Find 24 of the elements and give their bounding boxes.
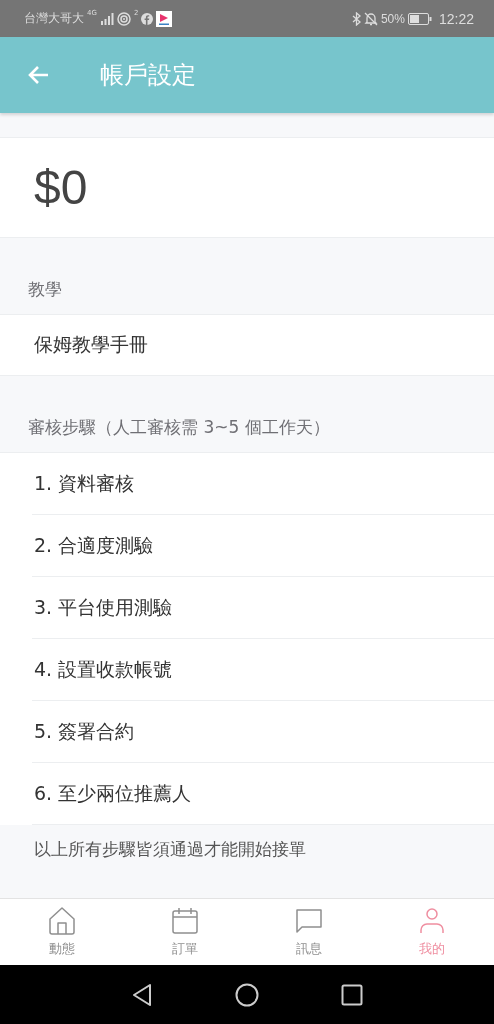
note-text: 以上所有步驟皆須通過才能開始接單 xyxy=(34,839,306,859)
home-circle-icon[interactable] xyxy=(235,982,259,1007)
back-triangle-icon[interactable] xyxy=(131,982,153,1007)
facebook-icon xyxy=(141,12,154,25)
balance-amount: $0 xyxy=(34,160,88,215)
section-header: 教學 xyxy=(28,278,62,301)
muted-bell-icon xyxy=(363,11,378,26)
carrier-text: 台灣大哥大 xyxy=(24,10,84,27)
section-header: 審核步驟（人工審核需 3~5 個工作天） xyxy=(28,416,330,439)
calendar-icon xyxy=(170,906,201,936)
signal-icon xyxy=(99,12,114,25)
screen-title: 帳戶設定 xyxy=(100,60,196,91)
battery-percent: 50% xyxy=(380,11,405,26)
recents-square-icon[interactable] xyxy=(341,983,363,1006)
bluetooth-icon xyxy=(351,11,361,26)
home-icon xyxy=(46,906,77,936)
nav-tab[interactable]: 訂單 xyxy=(123,899,247,965)
battery-icon xyxy=(407,12,432,25)
chat-icon xyxy=(293,906,324,936)
list-item[interactable]: 保姆教學手冊 xyxy=(0,315,494,376)
app-icon xyxy=(156,10,173,27)
clock-time: 12:22 xyxy=(438,10,474,27)
hotspot-icon xyxy=(116,11,131,26)
nav-tab[interactable]: 訊息 xyxy=(247,899,371,965)
